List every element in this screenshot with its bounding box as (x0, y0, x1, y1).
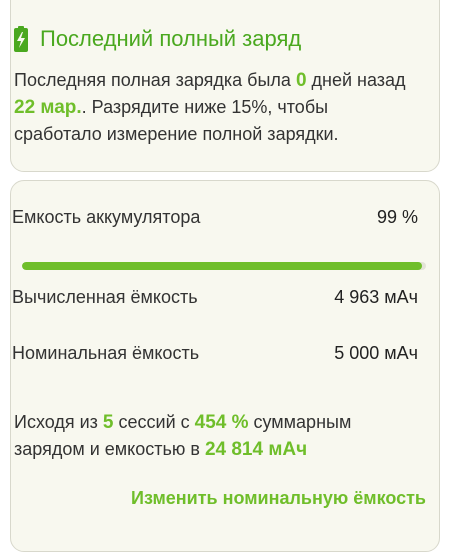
description-text: Последняя полная зарядка была (14, 70, 296, 90)
last-full-charge-header: Последний полный заряд (14, 26, 301, 52)
change-nominal-capacity-link[interactable]: Изменить номинальную ёмкость (131, 488, 426, 509)
days-value: 0 (295, 70, 307, 91)
description-text: дней назад (306, 70, 406, 90)
nominal-capacity-label: Номинальная ёмкость (12, 343, 200, 363)
battery-capacity-progress-bar (22, 262, 426, 270)
calculated-capacity-label: Вычисленная ёмкость (12, 287, 198, 307)
description-text: . Разрядите ниже (81, 97, 232, 117)
sessions-summary: Исходя из 5 сессий с 454 % суммарным зар… (14, 409, 418, 463)
last-full-charge-description: Последняя полная зарядка была 0 дней наз… (14, 67, 418, 147)
date-value: 22 мар. (14, 97, 82, 118)
battery-charging-icon (14, 26, 28, 52)
battery-capacity-value: 99 % (376, 207, 418, 227)
nominal-capacity-value: 5 000 мАч (334, 343, 418, 363)
last-full-charge-title: Последний полный заряд (40, 26, 302, 51)
sessions-count: 5 (102, 412, 114, 433)
total-charge-value: 454 % (194, 412, 249, 433)
battery-capacity-label: Емкость аккумулятора (12, 207, 201, 227)
threshold-value: 15%, (231, 97, 273, 117)
battery-capacity-progress-fill (22, 262, 422, 270)
summary-text: Исходя из (14, 412, 103, 432)
calculated-capacity-value: 4 963 мАч (334, 287, 418, 307)
summary-text: сессий с (113, 412, 195, 432)
total-capacity-value: 24 814 мАч (204, 439, 308, 460)
